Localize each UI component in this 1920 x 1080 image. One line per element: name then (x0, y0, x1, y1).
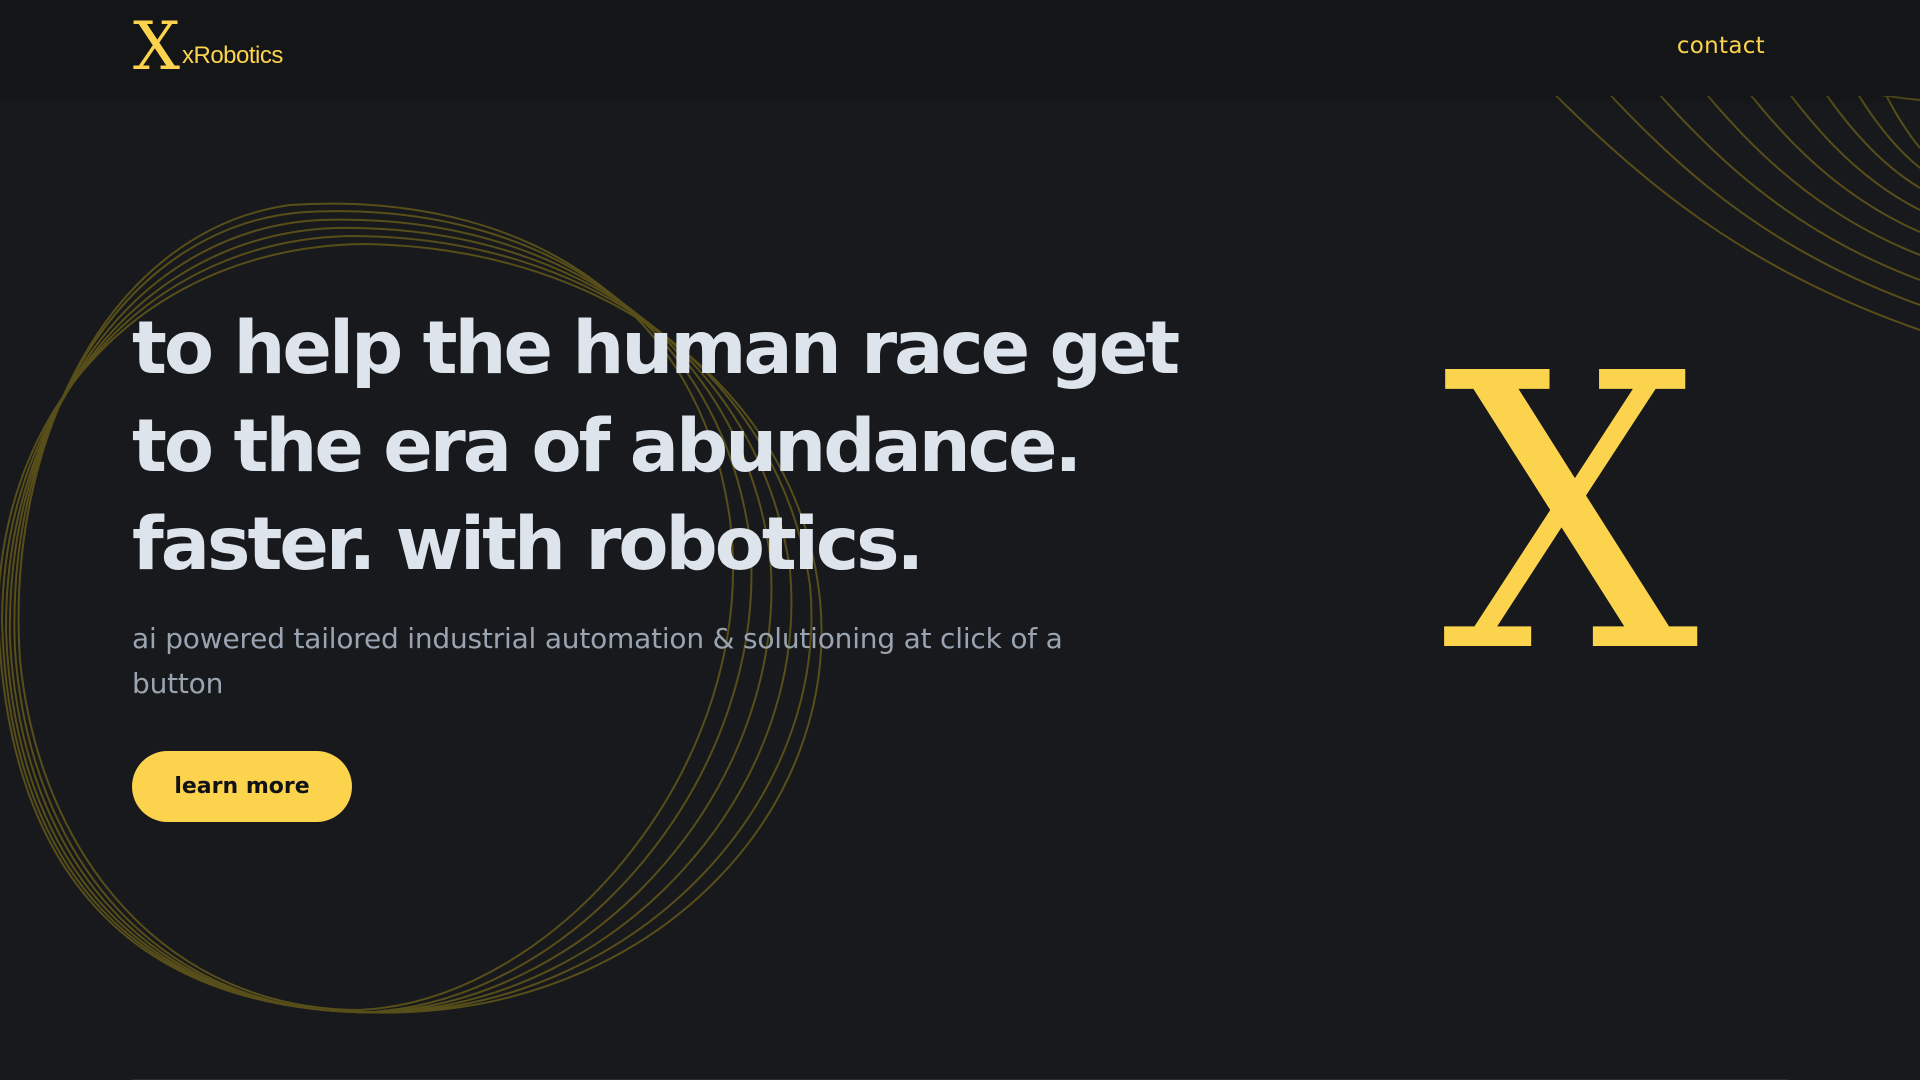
brand-name: xRobotics (182, 42, 283, 69)
x-logo-icon: X (133, 8, 180, 85)
hero-section: to help the human race get to the era of… (132, 300, 1180, 822)
hero-x-mark: X (1442, 293, 1700, 736)
hero-title-line: to help the human race get (132, 306, 1180, 391)
hero-title-line: to the era of abundance. (132, 404, 1082, 489)
learn-more-button[interactable]: learn more (132, 751, 352, 822)
logo-link[interactable]: X xRobotics (133, 8, 283, 85)
hero-subtitle: ai powered tailored industrial automatio… (132, 622, 1063, 700)
contact-link[interactable]: contact (1677, 33, 1765, 59)
site-header: X xRobotics contact (0, 0, 1920, 96)
hero-title: to help the human race get to the era of… (132, 300, 1180, 594)
hero-title-line: faster. with robotics. (132, 502, 924, 587)
